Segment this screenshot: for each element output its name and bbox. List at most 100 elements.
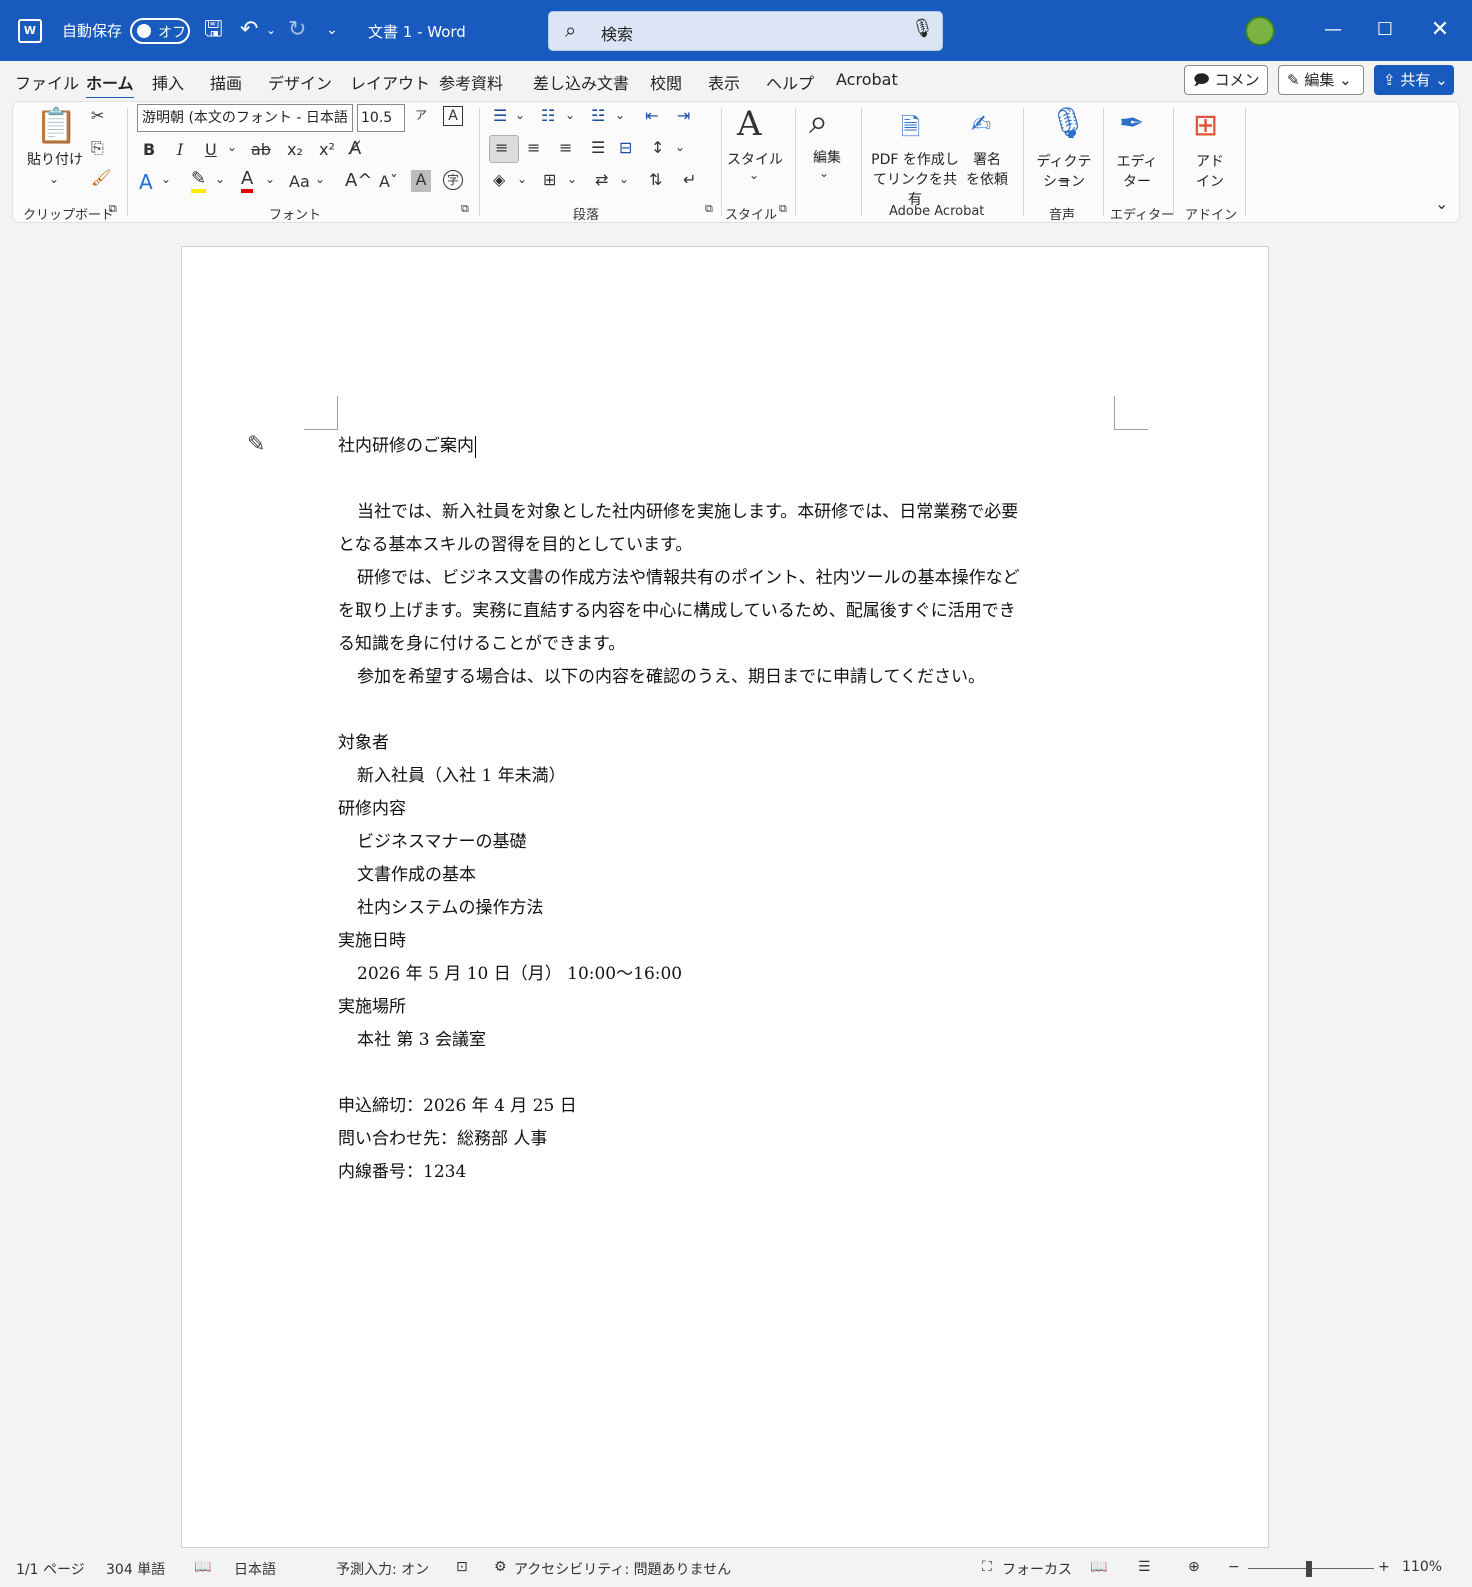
styles-label[interactable]: スタイル (725, 150, 785, 170)
sort-icon[interactable]: ⇅ (649, 170, 662, 189)
accessibility-icon[interactable]: ⚙ (494, 1559, 507, 1575)
copy-icon[interactable]: ⎘ (91, 138, 104, 158)
chevron-down-icon[interactable]: ⌄ (161, 172, 171, 186)
create-pdf-icon[interactable]: 🗎 (901, 110, 920, 151)
tab-references[interactable]: 参考資料 (439, 70, 503, 94)
highlight-icon[interactable]: ✎ (191, 168, 207, 193)
chevron-down-icon[interactable]: ⌄ (675, 140, 685, 154)
undo-dropdown-icon[interactable]: ⌄ (266, 16, 276, 44)
target-value[interactable]: 新入社員（入社 1 年未満） (357, 764, 566, 788)
avatar[interactable] (1245, 16, 1275, 46)
macro-recording-icon[interactable]: ⊡ (456, 1559, 468, 1575)
deadline-line[interactable]: 申込締切：2026 年 4 月 25 日 (338, 1094, 577, 1118)
font-size-box[interactable]: 10.5 (357, 104, 405, 132)
strikethrough-icon[interactable]: ab (251, 140, 271, 159)
add-ins-label-2[interactable]: イン (1183, 172, 1237, 192)
paragraph-line[interactable]: 参加を希望する場合は、以下の内容を確認のうえ、期日までに申請してください。 (357, 665, 985, 689)
distributed-icon[interactable]: ⊟ (619, 138, 632, 157)
target-heading[interactable]: 対象者 (338, 731, 389, 755)
change-case-icon[interactable]: Aa (289, 172, 310, 191)
search-box[interactable]: ⌕ 検索 🎙 (548, 11, 943, 51)
undo-icon[interactable]: ↶ (240, 16, 258, 44)
paste-icon[interactable]: 📋 (35, 106, 77, 146)
tab-design[interactable]: デザイン (268, 70, 332, 94)
contact-line[interactable]: 問い合わせ先：総務部 人事 (338, 1127, 547, 1151)
proofing-icon[interactable]: 📖 (194, 1559, 211, 1575)
place-value[interactable]: 本社 第 3 会議室 (357, 1028, 486, 1052)
chevron-down-icon[interactable]: ⌄ (315, 172, 325, 186)
close-button[interactable]: ✕ (1420, 14, 1460, 46)
decrease-indent-icon[interactable]: ⇤ (645, 106, 658, 125)
tab-review[interactable]: 校閲 (650, 70, 682, 94)
tab-file[interactable]: ファイル (15, 70, 79, 94)
dialog-launcher-icon[interactable]: ⧉ (461, 202, 469, 216)
zoom-slider-thumb[interactable] (1306, 1561, 1312, 1577)
line-spacing-icon[interactable]: ↕ (651, 138, 664, 157)
borders-icon[interactable]: ⊞ (543, 170, 556, 189)
tab-help[interactable]: ヘルプ (766, 70, 814, 94)
chevron-down-icon[interactable]: ⌄ (615, 108, 625, 122)
paragraph-line[interactable]: る知識を身に付けることができます。 (338, 632, 625, 656)
dialog-launcher-icon[interactable]: ⧉ (109, 202, 117, 216)
comment-button[interactable]: 🗩 コメント (1184, 65, 1268, 117)
content-heading[interactable]: 研修内容 (338, 797, 406, 821)
date-value[interactable]: 2026 年 5 月 10 日（月） 10:00～16:00 (357, 962, 682, 986)
align-right-icon[interactable]: ≡ (559, 138, 572, 157)
collapse-ribbon-icon[interactable]: ⌄ (1435, 194, 1448, 213)
add-ins-icon[interactable]: ⊞ (1193, 108, 1218, 143)
tab-acrobat[interactable]: Acrobat (836, 70, 898, 89)
numbering-icon[interactable]: ☷ (541, 106, 555, 125)
tab-mailings[interactable]: 差し込み文書 (533, 70, 629, 94)
content-item[interactable]: ビジネスマナーの基礎 (357, 830, 527, 854)
focus-label[interactable]: フォーカス (1002, 1559, 1072, 1579)
justify-icon[interactable]: ☰ (591, 138, 605, 157)
chevron-down-icon[interactable]: ⌄ (619, 172, 629, 186)
paragraph-line[interactable]: となる基本スキルの習得を目的としています。 (338, 533, 692, 557)
save-icon[interactable]: 🖫 (204, 16, 223, 44)
bold-icon[interactable]: B (143, 140, 155, 159)
paste-label[interactable]: 貼り付け (27, 150, 83, 170)
extension-line[interactable]: 内線番号：1234 (338, 1160, 466, 1184)
chevron-down-icon[interactable]: ⌄ (565, 108, 575, 122)
enclosed-character-icon[interactable]: 字 (443, 170, 463, 190)
paragraph-line[interactable]: 当社では、新入社員を対象とした社内研修を実施します。本研修では、日常業務で必要 (357, 500, 1018, 524)
grow-font-icon[interactable]: A^ (345, 170, 372, 191)
editor-icon[interactable]: ✒ (1119, 106, 1144, 141)
align-left-icon[interactable]: ≡ (495, 138, 508, 157)
format-painter-icon[interactable]: 🖌 (91, 168, 111, 187)
content-item[interactable]: 社内システムの操作方法 (357, 896, 544, 920)
tab-insert[interactable]: 挿入 (152, 70, 184, 94)
microphone-icon[interactable]: 🎙 (911, 18, 934, 39)
chevron-down-icon[interactable]: ⌄ (227, 140, 237, 154)
chevron-down-icon[interactable]: ⌄ (265, 172, 275, 186)
chevron-down-icon[interactable]: ⌄ (749, 168, 759, 182)
dialog-launcher-icon[interactable]: ⧉ (705, 202, 713, 216)
cut-icon[interactable]: ✂ (91, 106, 104, 125)
web-layout-icon[interactable]: ⊕ (1188, 1559, 1200, 1575)
customize-toolbar-icon[interactable]: ⌄ (326, 16, 338, 44)
zoom-out-icon[interactable]: − (1228, 1559, 1240, 1575)
request-signature-label-2[interactable]: を依頼 (963, 170, 1011, 190)
editor-label-1[interactable]: エディ (1109, 152, 1165, 172)
tab-home[interactable]: ホーム (86, 70, 134, 100)
styles-icon[interactable]: A (737, 104, 762, 144)
zoom-level[interactable]: 110% (1402, 1559, 1442, 1575)
paragraph-line[interactable]: 研修では、ビジネス文書の作成方法や情報共有のポイント、社内ツールの基本操作など (357, 566, 1020, 590)
create-pdf-label-1[interactable]: PDF を作成し (869, 150, 961, 170)
word-count[interactable]: 304 単語 (106, 1559, 165, 1579)
autosave-toggle[interactable]: オフ (130, 18, 190, 44)
chevron-down-icon[interactable]: ⌄ (515, 108, 525, 122)
tab-layout[interactable]: レイアウト (350, 70, 430, 94)
redo-icon[interactable]: ↻ (288, 16, 306, 44)
tab-draw[interactable]: 描画 (210, 70, 242, 94)
multilevel-list-icon[interactable]: ☳ (591, 106, 605, 125)
dictate-icon[interactable]: 🎙 (1049, 106, 1087, 141)
place-heading[interactable]: 実施場所 (338, 995, 406, 1019)
superscript-icon[interactable]: x² (319, 140, 335, 159)
chevron-down-icon[interactable]: ⌄ (819, 166, 829, 180)
minimize-button[interactable]: — (1313, 14, 1353, 46)
zoom-in-icon[interactable]: + (1378, 1559, 1390, 1575)
dictate-label-2[interactable]: ション (1031, 172, 1097, 192)
text-predictions[interactable]: 予測入力: オン (336, 1559, 429, 1579)
share-button[interactable]: ⇪ 共有 ⌄ (1374, 65, 1454, 95)
